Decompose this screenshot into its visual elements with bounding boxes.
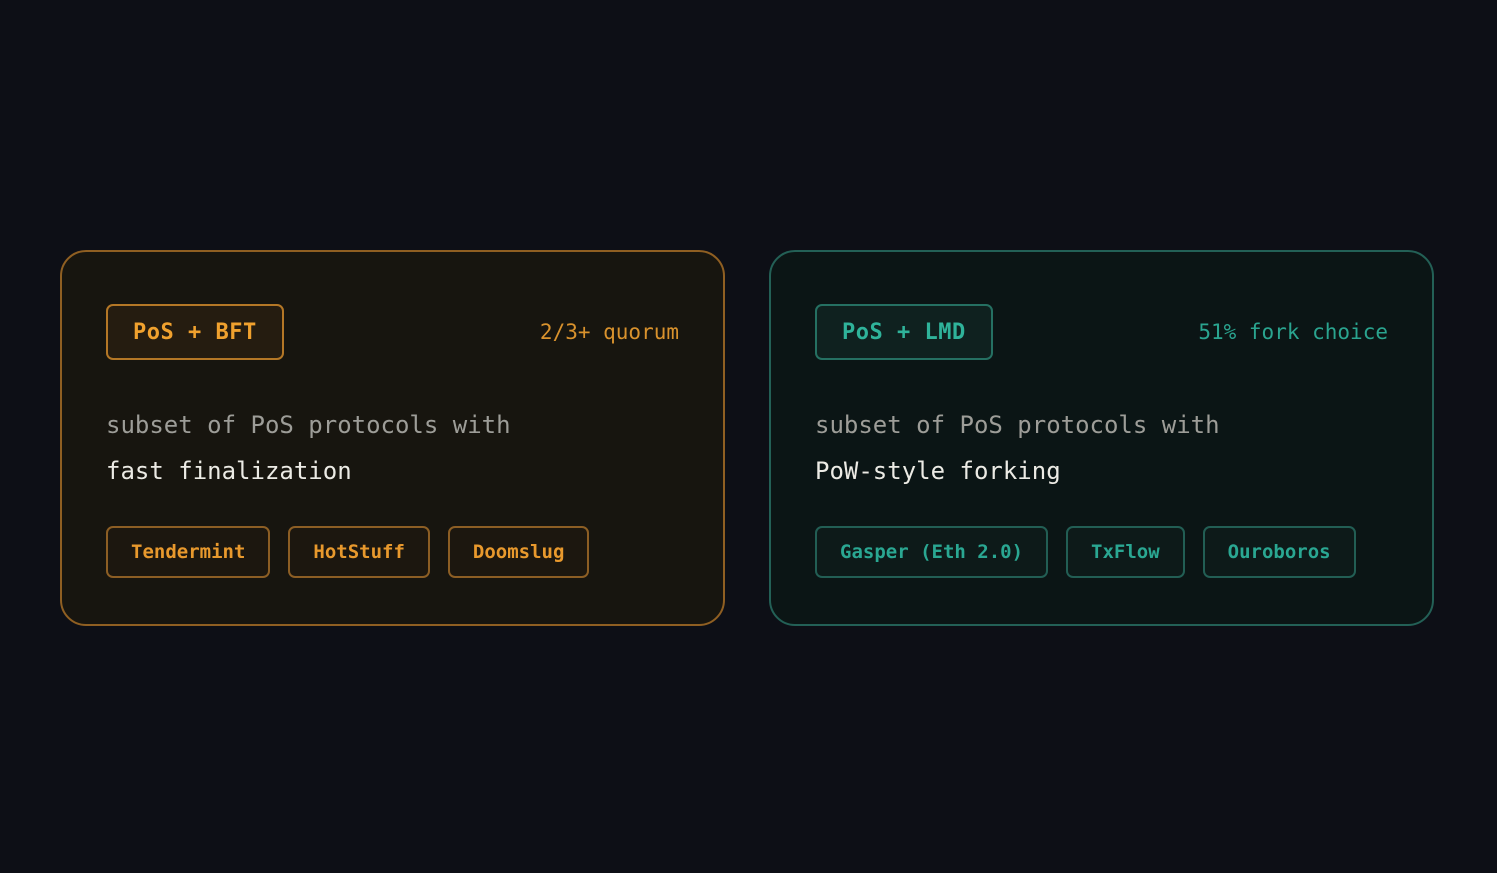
quorum-note: 2/3+ quorum <box>539 320 679 344</box>
comparison-cards: PoS + BFT 2/3+ quorum subset of PoS prot… <box>60 250 1434 626</box>
tag-doomslug: Doomslug <box>447 526 590 578</box>
description-line-1: subset of PoS protocols with <box>106 411 511 439</box>
description-line-1: subset of PoS protocols with <box>815 411 1220 439</box>
category-badge: PoS + LMD <box>815 304 993 360</box>
tag-ouroboros: Ouroboros <box>1202 526 1356 578</box>
tag-tendermint: Tendermint <box>106 526 271 578</box>
tag-txflow: TxFlow <box>1066 526 1185 578</box>
description-line-2: fast finalization <box>106 457 352 485</box>
tag-hotstuff: HotStuff <box>288 526 430 578</box>
tag-gasper: Gasper (Eth 2.0) <box>815 526 1049 578</box>
card-description: subset of PoS protocols with fast finali… <box>106 402 679 494</box>
card-header: PoS + LMD 51% fork choice <box>815 304 1388 360</box>
category-badge: PoS + BFT <box>106 304 284 360</box>
card-header: PoS + BFT 2/3+ quorum <box>106 304 679 360</box>
protocol-tags: Tendermint HotStuff Doomslug <box>106 526 679 578</box>
fork-choice-note: 51% fork choice <box>1198 320 1388 344</box>
card-pos-lmd: PoS + LMD 51% fork choice subset of PoS … <box>769 250 1434 626</box>
card-pos-bft: PoS + BFT 2/3+ quorum subset of PoS prot… <box>60 250 725 626</box>
description-line-2: PoW-style forking <box>815 457 1061 485</box>
protocol-tags: Gasper (Eth 2.0) TxFlow Ouroboros <box>815 526 1388 578</box>
card-description: subset of PoS protocols with PoW-style f… <box>815 402 1388 494</box>
